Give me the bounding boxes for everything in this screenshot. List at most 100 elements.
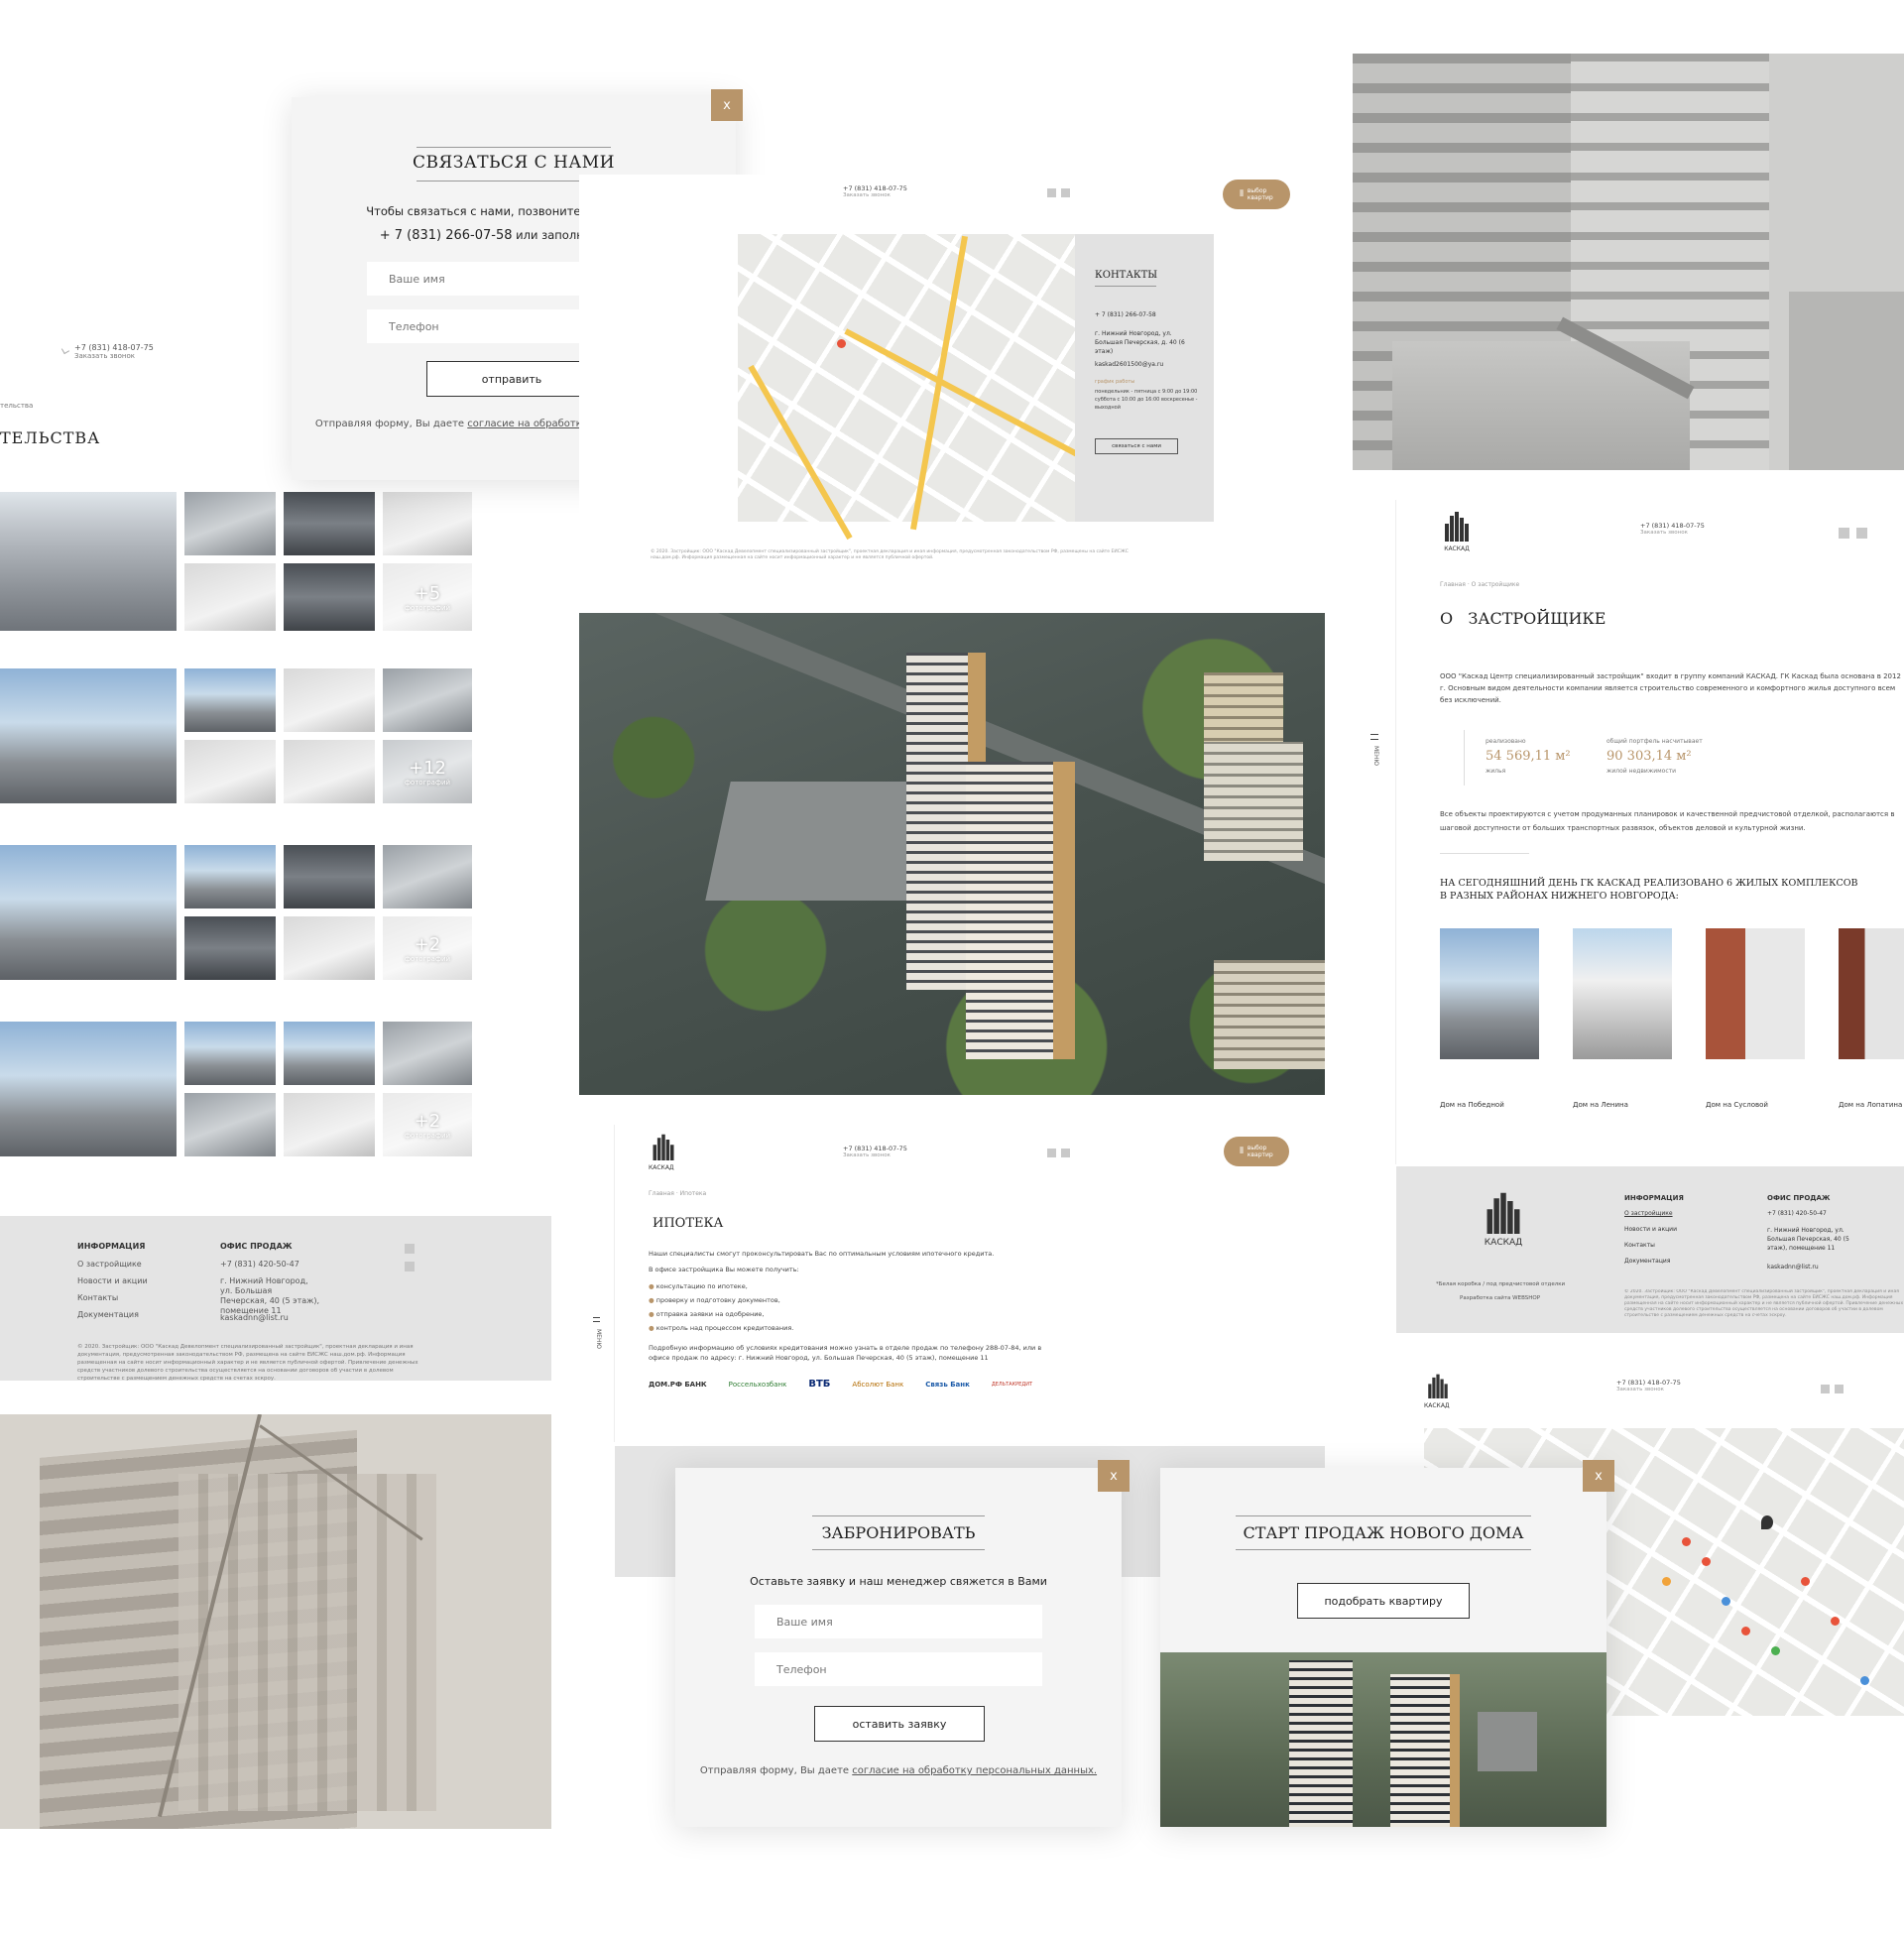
close-button[interactable]: x — [1098, 1460, 1130, 1492]
gallery-photo[interactable] — [383, 492, 472, 555]
close-button[interactable]: x — [711, 89, 743, 121]
instagram-icon[interactable] — [1061, 1149, 1070, 1157]
gallery-photo[interactable] — [184, 563, 276, 631]
gallery-photo[interactable] — [184, 916, 276, 980]
gallery-photo[interactable] — [284, 916, 375, 980]
bank-absolut-logo[interactable]: Абсолют Банк — [852, 1381, 903, 1389]
gallery-photo[interactable] — [184, 1022, 276, 1085]
footer-link-docs[interactable]: Документация — [1624, 1258, 1670, 1265]
gallery-more-photos[interactable]: +2 фотографий — [383, 1093, 472, 1156]
instagram-icon[interactable] — [1061, 188, 1070, 197]
footer-office-email[interactable]: kaskadnn@list.ru — [1767, 1264, 1819, 1271]
bank-delta-logo[interactable]: ДЕЛЬТАКРЕДИТ — [992, 1382, 1032, 1388]
complex-card-label[interactable]: Дом на Сусловой — [1706, 1101, 1768, 1109]
complex-card-photo[interactable] — [1573, 928, 1672, 1059]
complex-card-photo[interactable] — [1839, 928, 1904, 1059]
gallery-photo[interactable] — [284, 845, 375, 908]
breadcrumb-home[interactable]: Главная — [1440, 581, 1466, 588]
gallery-photo[interactable] — [284, 1093, 375, 1156]
gallery-main-photo[interactable] — [0, 492, 177, 631]
map-pin-icon[interactable] — [1662, 1577, 1671, 1586]
callback-link[interactable]: Заказать звонок — [1616, 1387, 1681, 1392]
menu-label[interactable]: МЕНЮ — [1369, 746, 1379, 766]
gallery-photo[interactable] — [184, 492, 276, 555]
gallery-photo[interactable] — [383, 668, 472, 732]
menu-icon[interactable] — [593, 1317, 600, 1322]
header-phone[interactable]: +7 (831) 418-07-75 — [1616, 1379, 1681, 1387]
map-object-pin-icon[interactable] — [1761, 1515, 1773, 1529]
phone-input[interactable]: Телефон — [755, 1652, 1042, 1686]
menu-icon[interactable] — [1370, 734, 1378, 740]
gallery-photo[interactable] — [184, 740, 276, 803]
callback-link[interactable]: Заказать звонок — [1640, 530, 1705, 536]
vk-icon[interactable] — [405, 1244, 415, 1254]
vk-icon[interactable] — [1839, 528, 1849, 539]
vk-icon[interactable] — [1047, 1149, 1056, 1157]
bank-rshb-logo[interactable]: Россельхозбанк — [729, 1381, 787, 1389]
map-pin-icon[interactable] — [1741, 1627, 1750, 1635]
map-pin-icon[interactable] — [1771, 1646, 1780, 1655]
gallery-photo[interactable] — [383, 845, 472, 908]
gallery-main-photo[interactable] — [0, 668, 177, 803]
footer-link-news[interactable]: Новости и акции — [77, 1276, 148, 1285]
contacts-email[interactable]: kaskad2601500@ya.ru — [1095, 361, 1163, 368]
footer-link-about[interactable]: О застройщике — [1624, 1210, 1673, 1217]
breadcrumb-home[interactable]: Главная — [649, 1190, 674, 1197]
footer-office-email[interactable]: kaskadnn@list.ru — [220, 1313, 289, 1322]
choose-flat-button[interactable]: ⫴ выбор квартир — [1223, 180, 1290, 209]
footer-logo[interactable]: КАСКАД — [1480, 1190, 1527, 1256]
footer-link-about[interactable]: О застройщике — [77, 1260, 142, 1269]
complex-card-label[interactable]: Дом на Победной — [1440, 1101, 1504, 1109]
map-location-pin-icon[interactable] — [837, 339, 846, 348]
choose-flat-button[interactable]: ⫴ выбор квартир — [1224, 1137, 1289, 1166]
gallery-photo[interactable] — [284, 563, 375, 631]
gallery-main-photo[interactable] — [0, 845, 177, 980]
map-pin-icon[interactable] — [1702, 1557, 1711, 1566]
complex-card-label[interactable]: Дом на Лопатина — [1839, 1101, 1902, 1109]
footer-link-docs[interactable]: Документация — [77, 1310, 139, 1319]
header-phone[interactable]: +7 (831) 418-07-75 — [74, 343, 154, 352]
gallery-main-photo[interactable] — [0, 1022, 177, 1156]
gallery-photo[interactable] — [284, 668, 375, 732]
footer-link-news[interactable]: Новости и акции — [1624, 1226, 1677, 1233]
footer-dev[interactable]: Разработка сайта WEBSHOP — [1460, 1295, 1540, 1301]
gallery-photo[interactable] — [284, 492, 375, 555]
contact-us-button[interactable]: связаться с нами — [1095, 438, 1178, 454]
name-input[interactable]: Ваше имя — [755, 1605, 1042, 1638]
instagram-icon[interactable] — [1856, 528, 1867, 539]
map-pin-icon[interactable] — [1860, 1676, 1869, 1685]
kaskad-logo[interactable]: КАСКАД — [649, 1133, 682, 1172]
instagram-icon[interactable] — [1835, 1385, 1844, 1393]
breadcrumb[interactable]: тельства — [0, 402, 33, 410]
complex-card-label[interactable]: Дом на Ленина — [1573, 1101, 1628, 1109]
map-pin-icon[interactable] — [1801, 1577, 1810, 1586]
header-phone[interactable]: +7 (831) 418-07-75 — [1640, 522, 1705, 530]
callback-link[interactable]: Заказать звонок — [74, 352, 154, 360]
complex-card-photo[interactable] — [1440, 928, 1539, 1059]
header-phone[interactable]: +7 (831) 418-07-75 — [843, 1145, 907, 1152]
contacts-phone[interactable]: + 7 (831) 266-07-58 — [1095, 311, 1156, 318]
bank-svyaz-logo[interactable]: Связь Банк — [925, 1381, 970, 1389]
gallery-photo[interactable] — [284, 740, 375, 803]
map-pin-icon[interactable] — [1682, 1537, 1691, 1546]
gallery-more-photos[interactable]: +12 фотографий — [383, 740, 472, 803]
bank-domrf-logo[interactable]: ДОМ.РФ БАНК — [649, 1381, 707, 1389]
instagram-icon[interactable] — [405, 1262, 415, 1271]
vk-icon[interactable] — [1047, 188, 1056, 197]
contacts-map[interactable] — [738, 234, 1128, 541]
footer-link-contacts[interactable]: Контакты — [77, 1293, 118, 1302]
gallery-photo[interactable] — [184, 845, 276, 908]
gallery-photo[interactable] — [383, 1022, 472, 1085]
modal-phone[interactable]: + 7 (831) 266-07-58 — [380, 228, 513, 243]
footer-office-phone[interactable]: +7 (831) 420-50-47 — [1767, 1210, 1827, 1217]
callback-link[interactable]: Заказать звонок — [843, 192, 907, 198]
close-button[interactable]: x — [1583, 1460, 1614, 1492]
kaskad-logo[interactable]: КАСКАД — [1440, 510, 1474, 552]
header-phone[interactable]: +7 (831) 418-07-75 — [843, 184, 907, 192]
submit-button[interactable]: отправить — [426, 361, 597, 397]
footer-office-phone[interactable]: +7 (831) 420-50-47 — [220, 1260, 299, 1269]
bank-vtb-logo[interactable]: ВТБ — [808, 1379, 830, 1390]
footer-link-contacts[interactable]: Контакты — [1624, 1242, 1655, 1249]
vk-icon[interactable] — [1821, 1385, 1830, 1393]
map-pin-icon[interactable] — [1831, 1617, 1840, 1626]
